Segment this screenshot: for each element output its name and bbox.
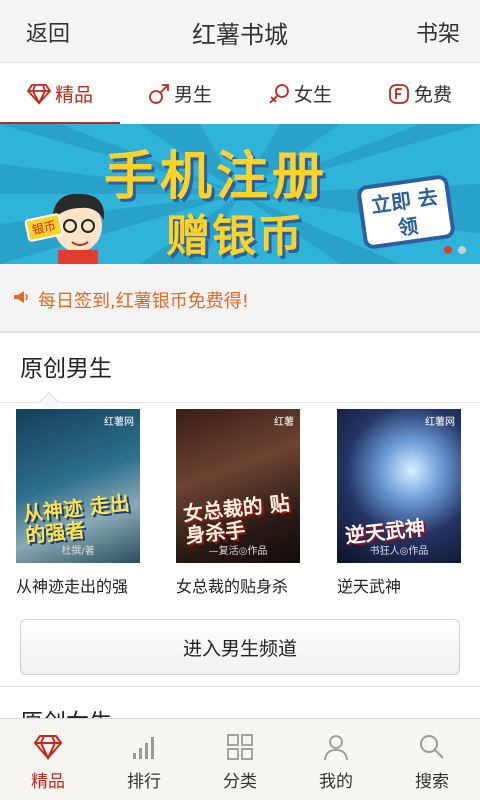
pagination-dot-active[interactable] [444, 246, 452, 254]
nav-label: 排行 [127, 772, 161, 792]
announcement-text: 每日签到,红薯银币免费得! [38, 291, 249, 312]
cover-title: 女总裁的 贴身杀手 [181, 490, 291, 548]
banner-pagination [444, 246, 466, 254]
tab-label: 女生 [293, 84, 332, 106]
cover-site-label: 红薯网 [104, 417, 134, 428]
speaker-icon [12, 288, 30, 310]
section-divider [0, 402, 480, 403]
page-title: 红薯书城 [192, 21, 288, 49]
cover-author: —复活◎作品 [208, 546, 268, 557]
section-title: 原创男生 [20, 356, 112, 382]
free-icon [388, 83, 410, 105]
announcement-bar[interactable]: 每日签到,红薯银币免费得! [0, 264, 480, 332]
original-male-section: 原创男生 红薯网 从神迹 走出的强者 杜撰/著 从神迹走出的强 红薯 女总裁的 … [0, 332, 480, 686]
nav-label: 分类 [223, 772, 257, 792]
tab-female[interactable]: 女生 [240, 63, 360, 124]
cover-author: 书狂人◎作品 [369, 546, 429, 557]
nav-label: 精品 [31, 772, 65, 792]
diamond-icon [26, 83, 51, 105]
female-icon [268, 83, 290, 105]
nav-ranking[interactable]: 排行 [96, 719, 192, 800]
claim-now-button[interactable]: 立即 去领 [355, 173, 457, 251]
promo-banner[interactable]: 手机注册 赠银币 银币 立即 去领 [0, 124, 480, 264]
ranking-icon [96, 733, 192, 761]
bookshelf-button[interactable]: 书架 [416, 16, 460, 48]
book-item[interactable]: 红薯网 从神迹 走出的强者 杜撰/著 从神迹走出的强 [16, 409, 156, 597]
book-cover[interactable]: 红薯 女总裁的 贴身杀手 —复活◎作品 [176, 409, 300, 563]
book-item[interactable]: 红薯 女总裁的 贴身杀手 —复活◎作品 女总裁的贴身杀 [176, 409, 316, 597]
tab-label: 免费 [413, 84, 452, 106]
nav-featured[interactable]: 精品 [0, 719, 96, 800]
tab-label: 精品 [54, 84, 93, 106]
category-tabs: 精品 男生 女生 免费 [0, 62, 480, 125]
search-icon [384, 733, 480, 761]
bottom-navigation: 精品 排行 分类 我的 搜索 [0, 718, 480, 800]
nav-label: 搜索 [415, 772, 449, 792]
book-cover[interactable]: 红薯网 从神迹 走出的强者 杜撰/著 [16, 409, 140, 563]
cover-title: 从神迹 走出的强者 [21, 490, 131, 548]
nav-category[interactable]: 分类 [192, 719, 288, 800]
cover-site-label: 红薯 [274, 417, 294, 428]
top-bar: 返回 红薯书城 书架 [0, 0, 480, 62]
cover-site-label: 红薯网 [425, 417, 455, 428]
user-icon [288, 733, 384, 761]
cover-author: 杜撰/著 [61, 546, 95, 557]
diamond-icon [0, 733, 96, 761]
book-title[interactable]: 女总裁的贴身杀 [176, 573, 316, 597]
book-item[interactable]: 红薯网 逆天武神 书狂人◎作品 逆天武神 [337, 409, 477, 597]
category-grid-icon [192, 733, 288, 761]
book-cover[interactable]: 红薯网 逆天武神 书狂人◎作品 [337, 409, 461, 563]
nav-search[interactable]: 搜索 [384, 719, 480, 800]
male-icon [148, 83, 170, 105]
tab-featured[interactable]: 精品 [0, 63, 120, 125]
tab-free[interactable]: 免费 [360, 63, 480, 124]
nav-label: 我的 [319, 772, 353, 792]
tab-male[interactable]: 男生 [120, 63, 240, 124]
nav-profile[interactable]: 我的 [288, 719, 384, 800]
book-title[interactable]: 从神迹走出的强 [16, 573, 156, 597]
banner-headline: 手机注册 [104, 147, 329, 207]
enter-male-channel-button[interactable]: 进入男生频道 [20, 619, 460, 675]
banner-subheadline: 赠银币 [166, 211, 304, 262]
pagination-dot[interactable] [458, 246, 466, 254]
book-title[interactable]: 逆天武神 [337, 573, 477, 597]
tab-label: 男生 [173, 84, 212, 106]
